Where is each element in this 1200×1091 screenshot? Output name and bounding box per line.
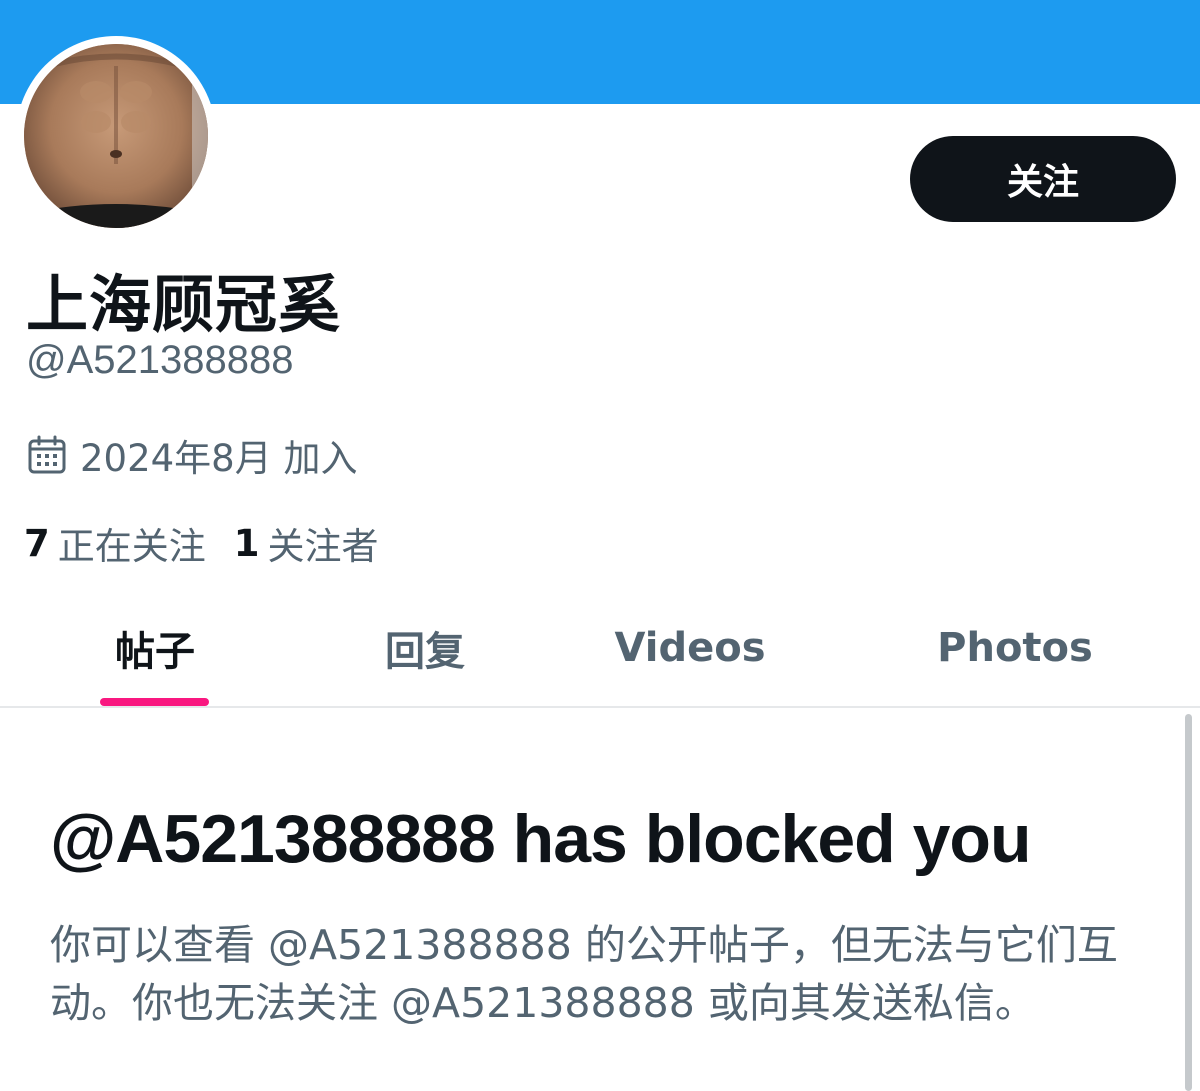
following-stat[interactable]: 7 正在关注	[24, 516, 206, 570]
tab-photos[interactable]: Photos	[890, 590, 1140, 706]
avatar[interactable]	[24, 44, 208, 228]
profile-tabs: 帖子 回复 Videos Photos	[0, 590, 1200, 708]
profile-stats: 7 正在关注 1 关注者	[24, 516, 407, 570]
calendar-icon	[26, 434, 68, 476]
active-tab-indicator	[100, 698, 209, 706]
blocked-title: @A521388888 has blocked you	[50, 801, 1031, 877]
scrollbar[interactable]	[1185, 714, 1192, 1091]
profile-display-name: 上海顾冠奚	[26, 268, 342, 341]
blocked-description: 你可以查看 @A521388888 的公开帖子，但无法与它们互动。你也无法关注 …	[50, 921, 1118, 1027]
tab-replies[interactable]: 回复	[310, 590, 540, 706]
followers-label: 关注者	[267, 525, 379, 568]
joined-text: 2024年8月 加入	[80, 437, 358, 480]
tab-posts[interactable]: 帖子	[40, 590, 270, 706]
tab-videos[interactable]: Videos	[570, 590, 810, 706]
followers-count: 1	[233, 521, 260, 565]
profile-handle: @A521388888	[26, 338, 294, 382]
follow-button[interactable]: 关注	[910, 136, 1176, 222]
followers-stat[interactable]: 1 关注者	[234, 516, 379, 570]
joined-date: 2024年8月 加入	[26, 430, 357, 480]
following-label: 正在关注	[57, 525, 206, 568]
following-count: 7	[24, 521, 50, 565]
